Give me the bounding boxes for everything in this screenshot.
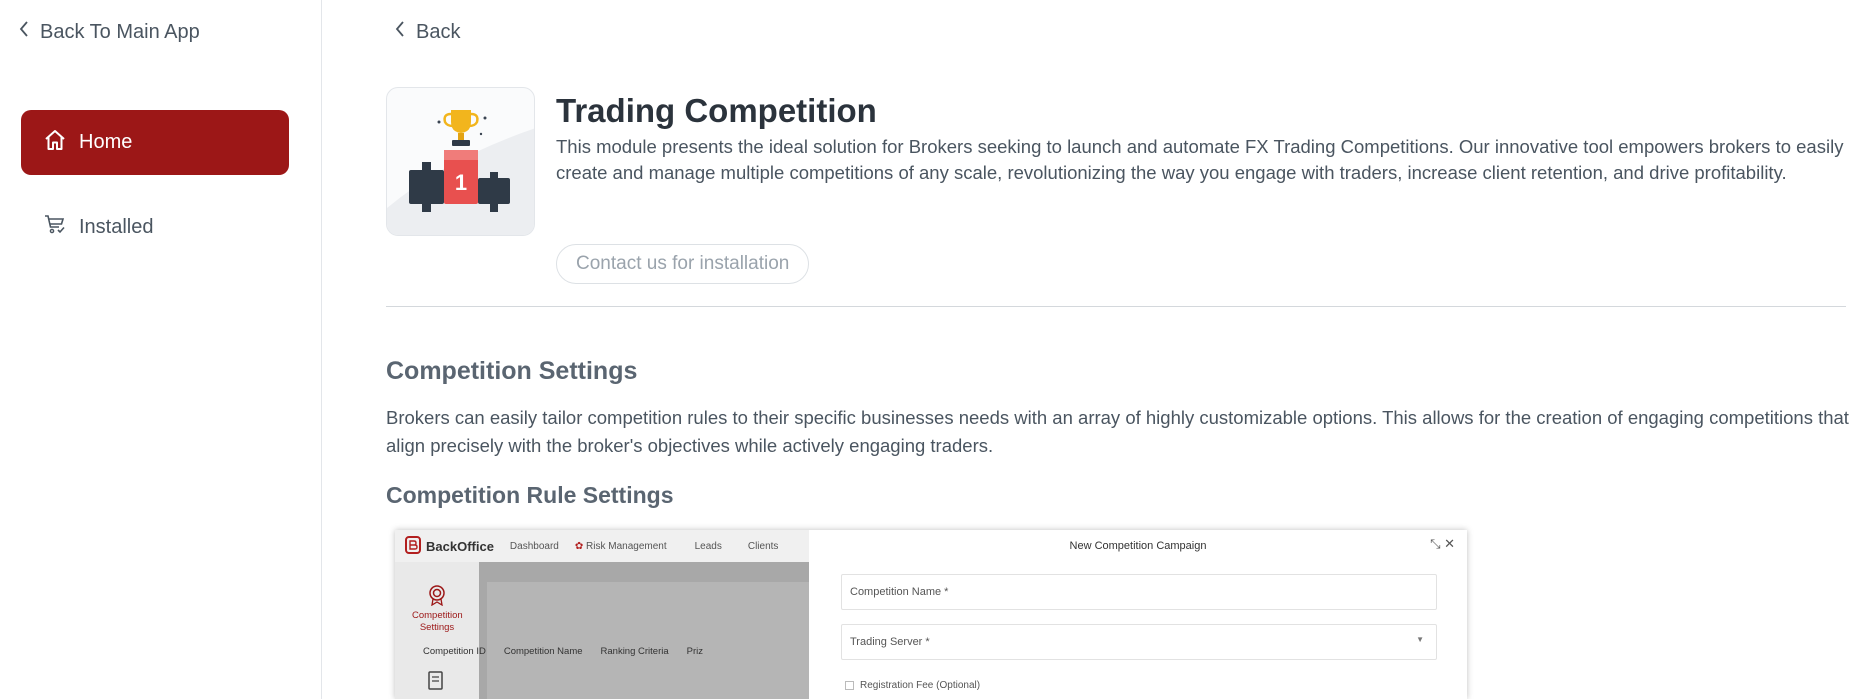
screenshot-col: Priz	[686, 646, 704, 657]
sidebar-item-label: Home	[79, 131, 133, 153]
back-to-main-label: Back To Main App	[40, 20, 200, 43]
competition-settings-heading: Competition Settings	[386, 357, 638, 385]
screenshot-logo: BackOffice	[405, 535, 494, 557]
document-icon	[426, 670, 448, 697]
screenshot-field-trading-server: Trading Server * ▼	[841, 624, 1437, 660]
app-description: This module presents the ideal solution …	[556, 136, 1844, 183]
competition-rule-settings-heading: Competition Rule Settings	[386, 482, 674, 508]
trophy-podium-icon: 1	[386, 87, 535, 236]
screenshot-checkbox-label: Registration Fee (Optional)	[860, 680, 981, 691]
close-icon: ⤡ ✕	[1430, 536, 1455, 551]
screenshot-side-competition-settings: Competition Settings	[395, 584, 479, 634]
backoffice-logo-icon	[405, 535, 421, 557]
competition-settings-text: Brokers can easily tailor competition ru…	[386, 407, 1849, 456]
sidebar-item-label: Installed	[79, 215, 154, 238]
screenshot-logo-text: BackOffice	[426, 538, 494, 554]
checkbox-icon	[845, 681, 854, 690]
screenshot-modal-title: New Competition Campaign	[1069, 540, 1207, 552]
app-title: Trading Competition	[556, 92, 877, 129]
screenshot-col: Competition Name	[503, 646, 583, 657]
screenshot-nav-dashboard: Dashboard	[509, 540, 559, 552]
screenshot-content	[479, 562, 827, 699]
caret-down-icon: ▼	[1416, 635, 1424, 644]
screenshot-col: Competition ID	[423, 646, 486, 657]
podium-number: 1	[455, 170, 467, 195]
home-icon	[43, 128, 67, 158]
product-screenshot: BackOffice Dashboard ✿ Risk Management L…	[395, 530, 1467, 699]
screenshot-registration-fee: Registration Fee (Optional)	[845, 680, 980, 691]
back-label: Back	[416, 20, 461, 43]
screenshot-table-header: Competition ID Competition Name Ranking …	[423, 646, 703, 657]
screenshot-field-competition-name: Competition Name *	[841, 574, 1437, 610]
target-icon	[395, 584, 479, 610]
chevron-left-icon	[394, 20, 406, 44]
screenshot-card	[487, 582, 827, 699]
screenshot-topbar: BackOffice Dashboard ✿ Risk Management L…	[395, 530, 809, 562]
chevron-left-icon	[18, 20, 30, 44]
cart-check-icon	[43, 212, 67, 242]
screenshot-modal-panel: New Competition Campaign ⤡ ✕ Competition…	[809, 530, 1467, 699]
screenshot-col: Ranking Criteria	[600, 646, 669, 657]
screenshot-nav-leads: Leads	[694, 540, 722, 552]
screenshot-nav-risk-label: Risk Management	[586, 540, 667, 552]
contact-installation-button[interactable]: Contact us for installation	[556, 244, 810, 284]
back-link[interactable]: Back	[394, 20, 460, 44]
sidebar-item-home[interactable]: Home	[21, 110, 289, 175]
divider	[386, 306, 1846, 307]
screenshot-nav-risk: ✿ Risk Management	[575, 541, 667, 552]
sidebar: Back To Main App Home Installed	[0, 0, 322, 699]
sidebar-item-installed[interactable]: Installed	[21, 197, 289, 257]
back-to-main-app-link[interactable]: Back To Main App	[18, 20, 200, 44]
screenshot-sidebar: Competition Settings	[395, 562, 479, 699]
screenshot-nav-clients: Clients	[747, 540, 779, 552]
main-content: Back 1 Trading Competition This module p…	[322, 0, 1866, 699]
screenshot-field-label: Trading Server *	[850, 636, 930, 648]
screenshot-side-label: Competition Settings	[412, 610, 463, 633]
gear-icon: ✿	[574, 540, 584, 552]
